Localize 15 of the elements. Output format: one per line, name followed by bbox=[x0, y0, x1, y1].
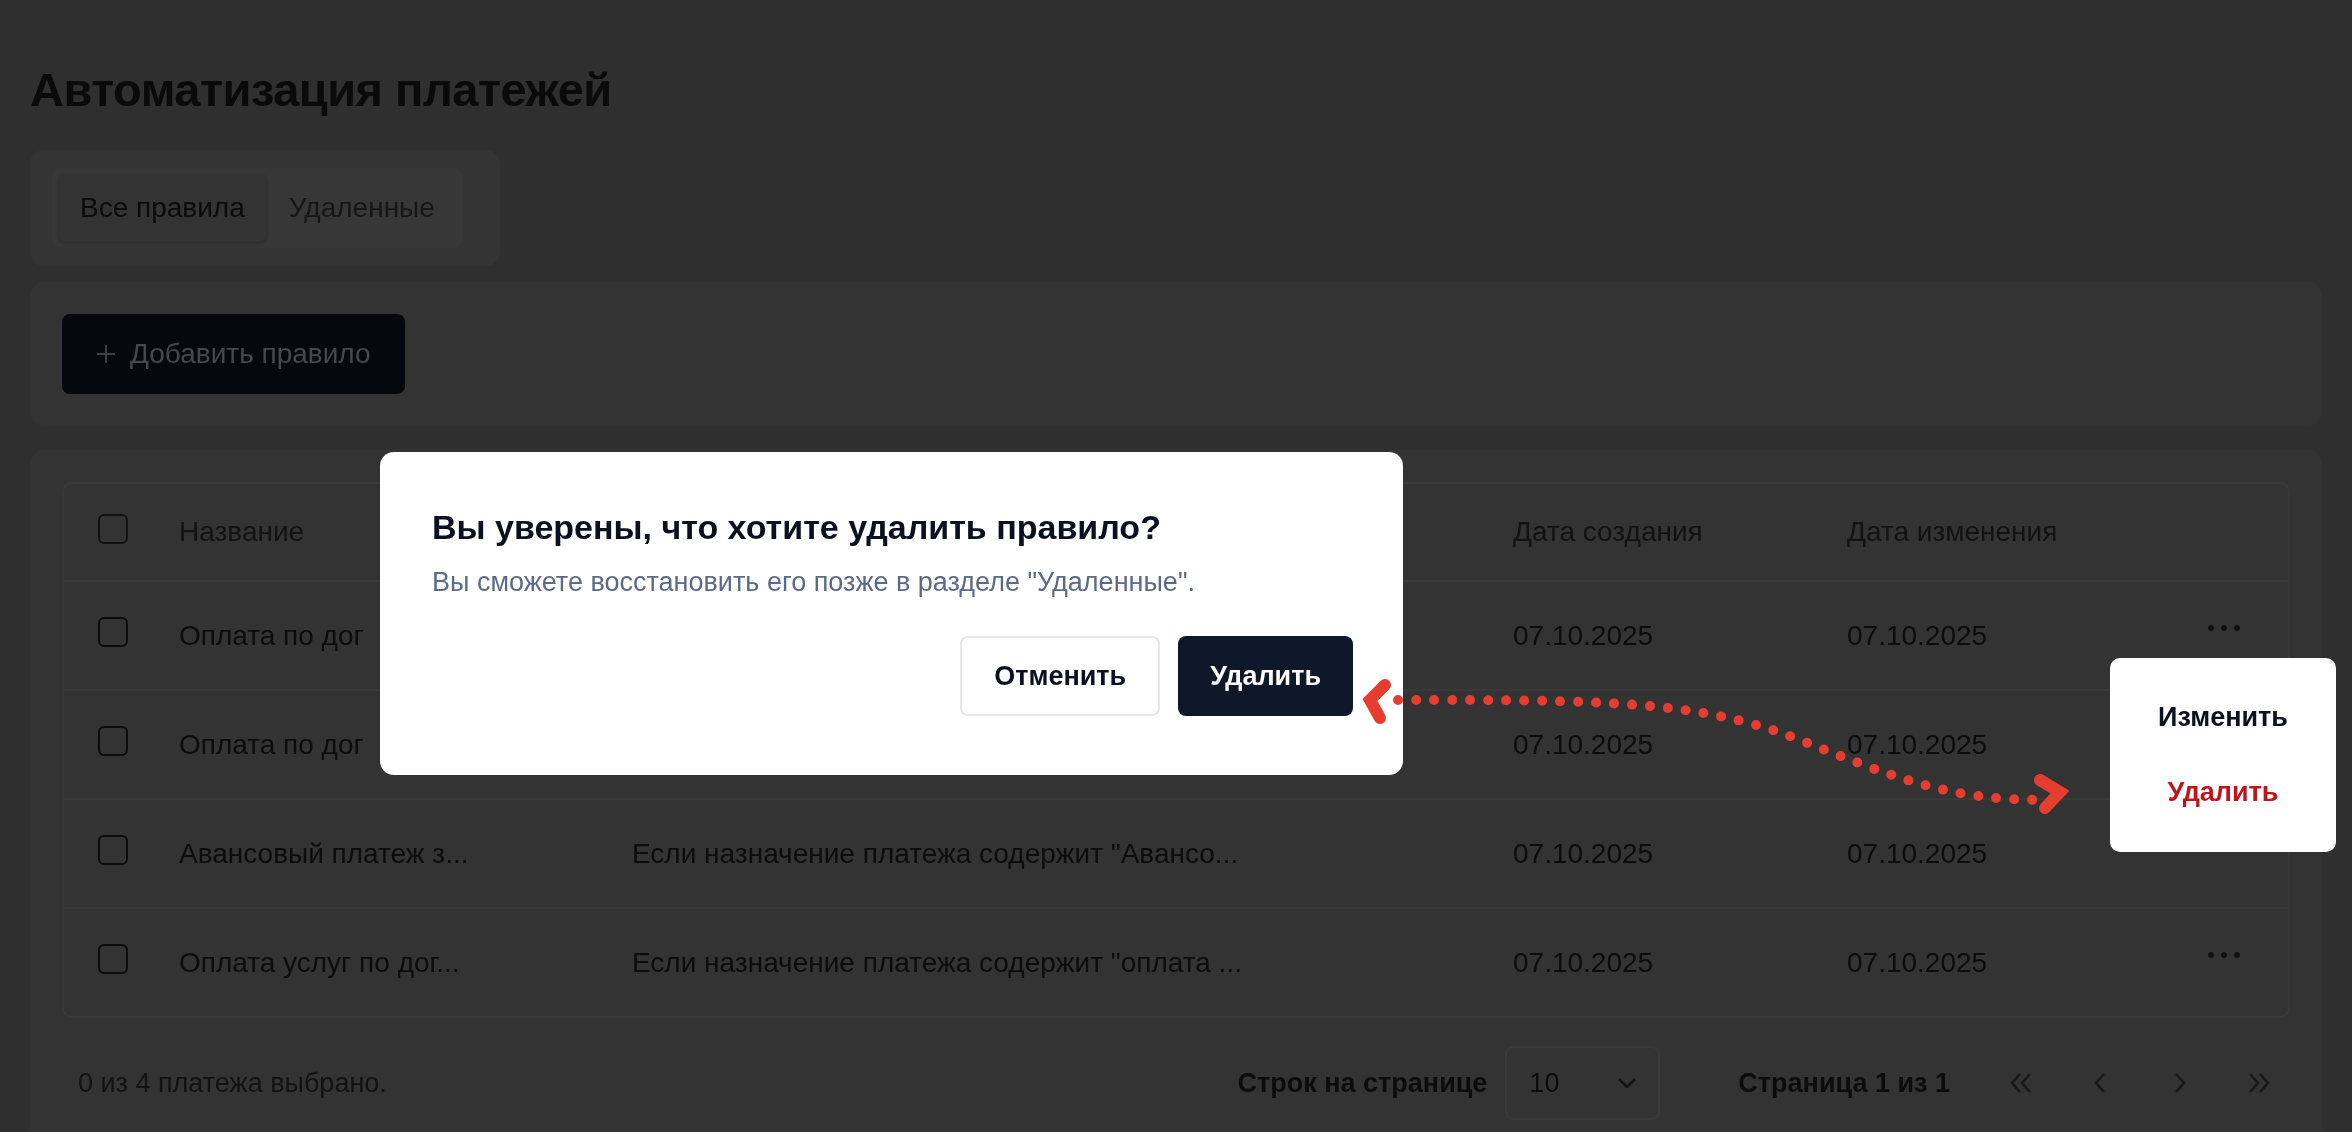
menu-item[interactable]: Удалить bbox=[2167, 777, 2279, 808]
checkbox[interactable] bbox=[98, 944, 128, 974]
menu-item[interactable]: Изменить bbox=[2158, 702, 2288, 733]
checkbox[interactable] bbox=[98, 513, 128, 544]
dialog-description: Вы сможете восстановить его позже в разделе "Удаленные". bbox=[432, 567, 1196, 598]
plus-icon bbox=[96, 344, 116, 364]
dialog-title: Вы уверены, что хотите удалить правило? bbox=[432, 508, 1162, 547]
more-icon[interactable] bbox=[2206, 622, 2242, 633]
checkbox[interactable] bbox=[98, 617, 128, 647]
cancel-button[interactable]: Отменить bbox=[960, 636, 1161, 716]
chevron-down-icon bbox=[1618, 1078, 1637, 1088]
delete-button[interactable]: Удалить bbox=[1178, 636, 1353, 716]
more-icon[interactable] bbox=[2206, 949, 2242, 960]
checkbox[interactable] bbox=[98, 835, 128, 865]
checkbox[interactable] bbox=[98, 726, 128, 756]
